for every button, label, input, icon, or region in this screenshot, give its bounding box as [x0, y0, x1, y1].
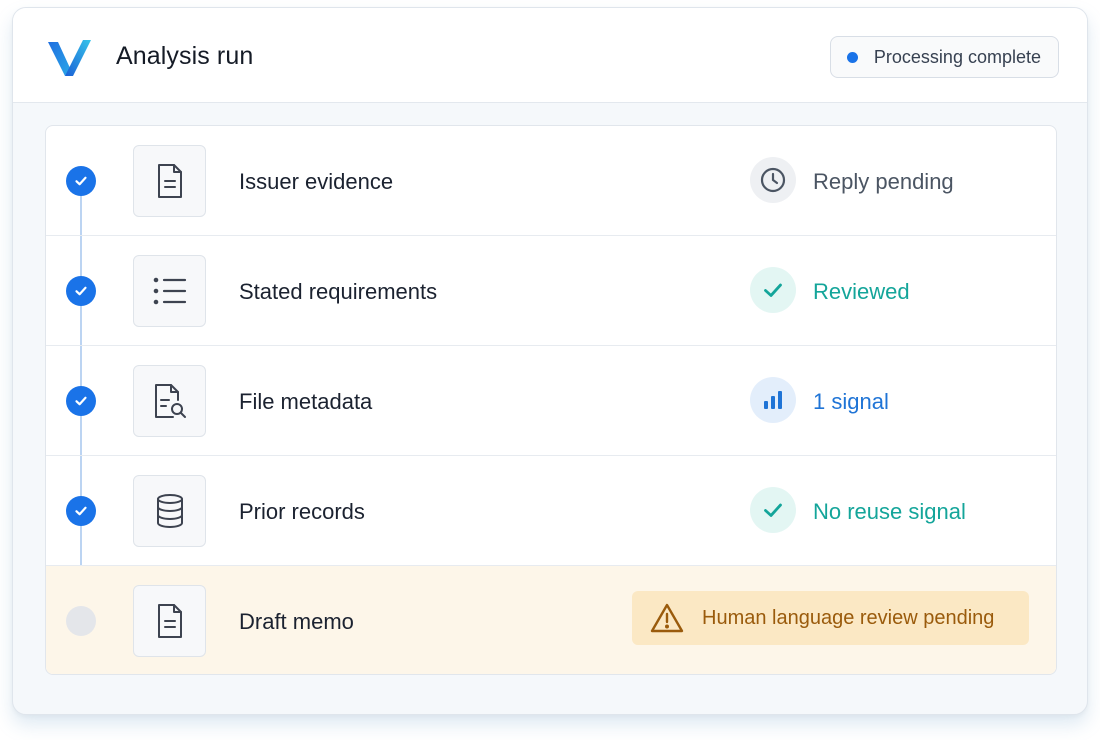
- panel-header: Analysis run Processing complete: [13, 8, 1087, 103]
- document-icon: [133, 145, 206, 217]
- step-complete-icon: [66, 496, 96, 526]
- step-row-prior-records[interactable]: Prior records No reuse signal: [46, 456, 1056, 566]
- database-icon: [133, 475, 206, 547]
- status-label: Processing complete: [873, 46, 1041, 67]
- step-label: File metadata: [239, 389, 373, 414]
- step-row-draft-memo[interactable]: Draft memo Human language review pending: [46, 566, 1056, 674]
- step-status-text: 1 signal: [813, 389, 889, 414]
- file-search-icon: [133, 365, 206, 437]
- step-label: Stated requirements: [239, 279, 438, 304]
- step-complete-icon: [66, 276, 96, 306]
- review-pending-banner: Human language review pending: [632, 591, 1029, 645]
- check-icon: [750, 487, 796, 533]
- warning-icon: [650, 603, 684, 633]
- check-icon: [750, 267, 796, 313]
- bar-chart-icon: [750, 377, 796, 423]
- step-status-text: No reuse signal: [813, 499, 966, 524]
- steps-card: Issuer evidence Reply pending Stated req…: [45, 125, 1057, 675]
- step-label: Draft memo: [239, 609, 354, 634]
- step-row-file-metadata[interactable]: File metadata 1 signal: [46, 346, 1056, 456]
- step-row-issuer-evidence[interactable]: Issuer evidence Reply pending: [46, 126, 1056, 236]
- step-status-text: Reviewed: [813, 279, 910, 304]
- v-logo-icon: [48, 40, 91, 76]
- processing-status-badge: Processing complete: [829, 36, 1059, 78]
- clock-icon: [750, 157, 796, 203]
- analysis-run-panel: Analysis run Processing complete Issuer …: [12, 7, 1088, 715]
- step-pending-icon: [66, 606, 96, 636]
- document-icon: [133, 585, 206, 657]
- step-status-text: Reply pending: [813, 169, 954, 194]
- step-complete-icon: [66, 166, 96, 196]
- status-dot-icon: [846, 51, 858, 63]
- step-label: Issuer evidence: [239, 169, 394, 194]
- step-status-text: Human language review pending: [702, 606, 995, 629]
- step-label: Prior records: [239, 499, 365, 524]
- list-icon: [133, 255, 206, 327]
- step-row-stated-requirements[interactable]: Stated requirements Reviewed: [46, 236, 1056, 346]
- step-complete-icon: [66, 386, 96, 416]
- page-title: Analysis run: [116, 42, 254, 70]
